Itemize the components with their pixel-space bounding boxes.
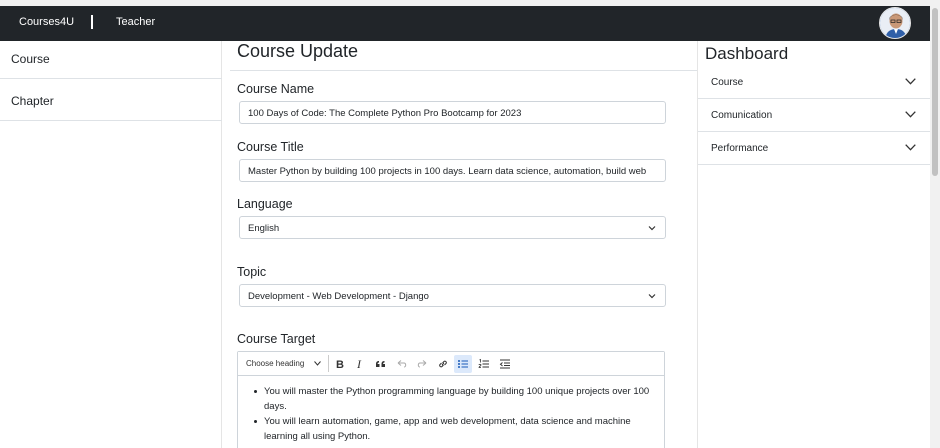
- chevron-down-icon: [648, 226, 656, 231]
- nav-divider: [91, 15, 93, 29]
- accordion-item-comunication[interactable]: Comunication: [698, 99, 930, 132]
- right-sidebar: Dashboard Course Comunication Performanc…: [697, 41, 930, 448]
- main-content: Course Update Course Name 100 Days of Co…: [230, 41, 697, 448]
- bold-icon[interactable]: B: [331, 355, 349, 373]
- sidebar-item-chapter[interactable]: Chapter: [0, 83, 222, 121]
- accordion-label: Performance: [711, 143, 769, 154]
- outdent-icon[interactable]: [496, 355, 514, 373]
- page-scrollbar[interactable]: [930, 6, 940, 448]
- chevron-down-icon: [905, 78, 916, 85]
- language-label: Language: [237, 197, 293, 211]
- sidebar-item-course[interactable]: Course: [0, 41, 222, 79]
- role-link-teacher[interactable]: Teacher: [116, 16, 155, 28]
- italic-icon[interactable]: I: [351, 355, 369, 373]
- blockquote-icon[interactable]: [372, 355, 390, 373]
- brand-link[interactable]: Courses4U: [19, 16, 74, 28]
- chevron-down-icon: [905, 144, 916, 151]
- language-select[interactable]: English: [239, 216, 666, 239]
- scrollbar-thumb[interactable]: [932, 8, 938, 176]
- language-selected-value: English: [248, 223, 280, 234]
- left-sidebar: Course Chapter: [0, 41, 222, 448]
- numbered-list-icon[interactable]: [475, 355, 493, 373]
- course-target-editor[interactable]: Choose heading B I You will master the P…: [237, 351, 665, 448]
- chevron-down-icon: [648, 294, 656, 299]
- editor-toolbar: Choose heading B I: [238, 352, 664, 376]
- toolbar-separator: [328, 355, 329, 372]
- course-name-label: Course Name: [237, 82, 315, 96]
- redo-icon[interactable]: [413, 355, 431, 373]
- course-target-list: You will master the Python programming l…: [254, 384, 654, 444]
- title-divider: [230, 70, 697, 71]
- svg-text:B: B: [336, 359, 344, 370]
- course-title-label: Course Title: [237, 140, 304, 154]
- top-navbar: Courses4U Teacher: [0, 6, 930, 41]
- topic-selected-value: Development - Web Development - Django: [248, 291, 429, 302]
- topic-label: Topic: [237, 265, 267, 279]
- course-name-input[interactable]: 100 Days of Code: The Complete Python Pr…: [239, 101, 666, 124]
- list-item: You will learn automation, game, app and…: [254, 414, 654, 444]
- list-item: You will master the Python programming l…: [254, 384, 654, 414]
- topic-select[interactable]: Development - Web Development - Django: [239, 284, 666, 307]
- editor-content[interactable]: You will master the Python programming l…: [238, 376, 664, 448]
- accordion-item-performance[interactable]: Performance: [698, 132, 930, 165]
- course-target-label: Course Target: [237, 332, 316, 346]
- accordion-item-course[interactable]: Course: [698, 66, 930, 99]
- dashboard-title: Dashboard: [705, 44, 789, 63]
- chevron-down-icon: [314, 361, 321, 366]
- svg-text:I: I: [356, 358, 362, 370]
- chevron-down-icon: [905, 111, 916, 118]
- page-title: Course Update: [237, 41, 359, 61]
- accordion-label: Comunication: [711, 110, 773, 121]
- user-avatar-icon[interactable]: [879, 7, 911, 39]
- bulleted-list-icon[interactable]: [454, 355, 472, 373]
- link-icon[interactable]: [434, 355, 452, 373]
- course-title-input[interactable]: Master Python by building 100 projects i…: [239, 159, 666, 182]
- accordion-label: Course: [711, 77, 744, 88]
- undo-icon[interactable]: [393, 355, 411, 373]
